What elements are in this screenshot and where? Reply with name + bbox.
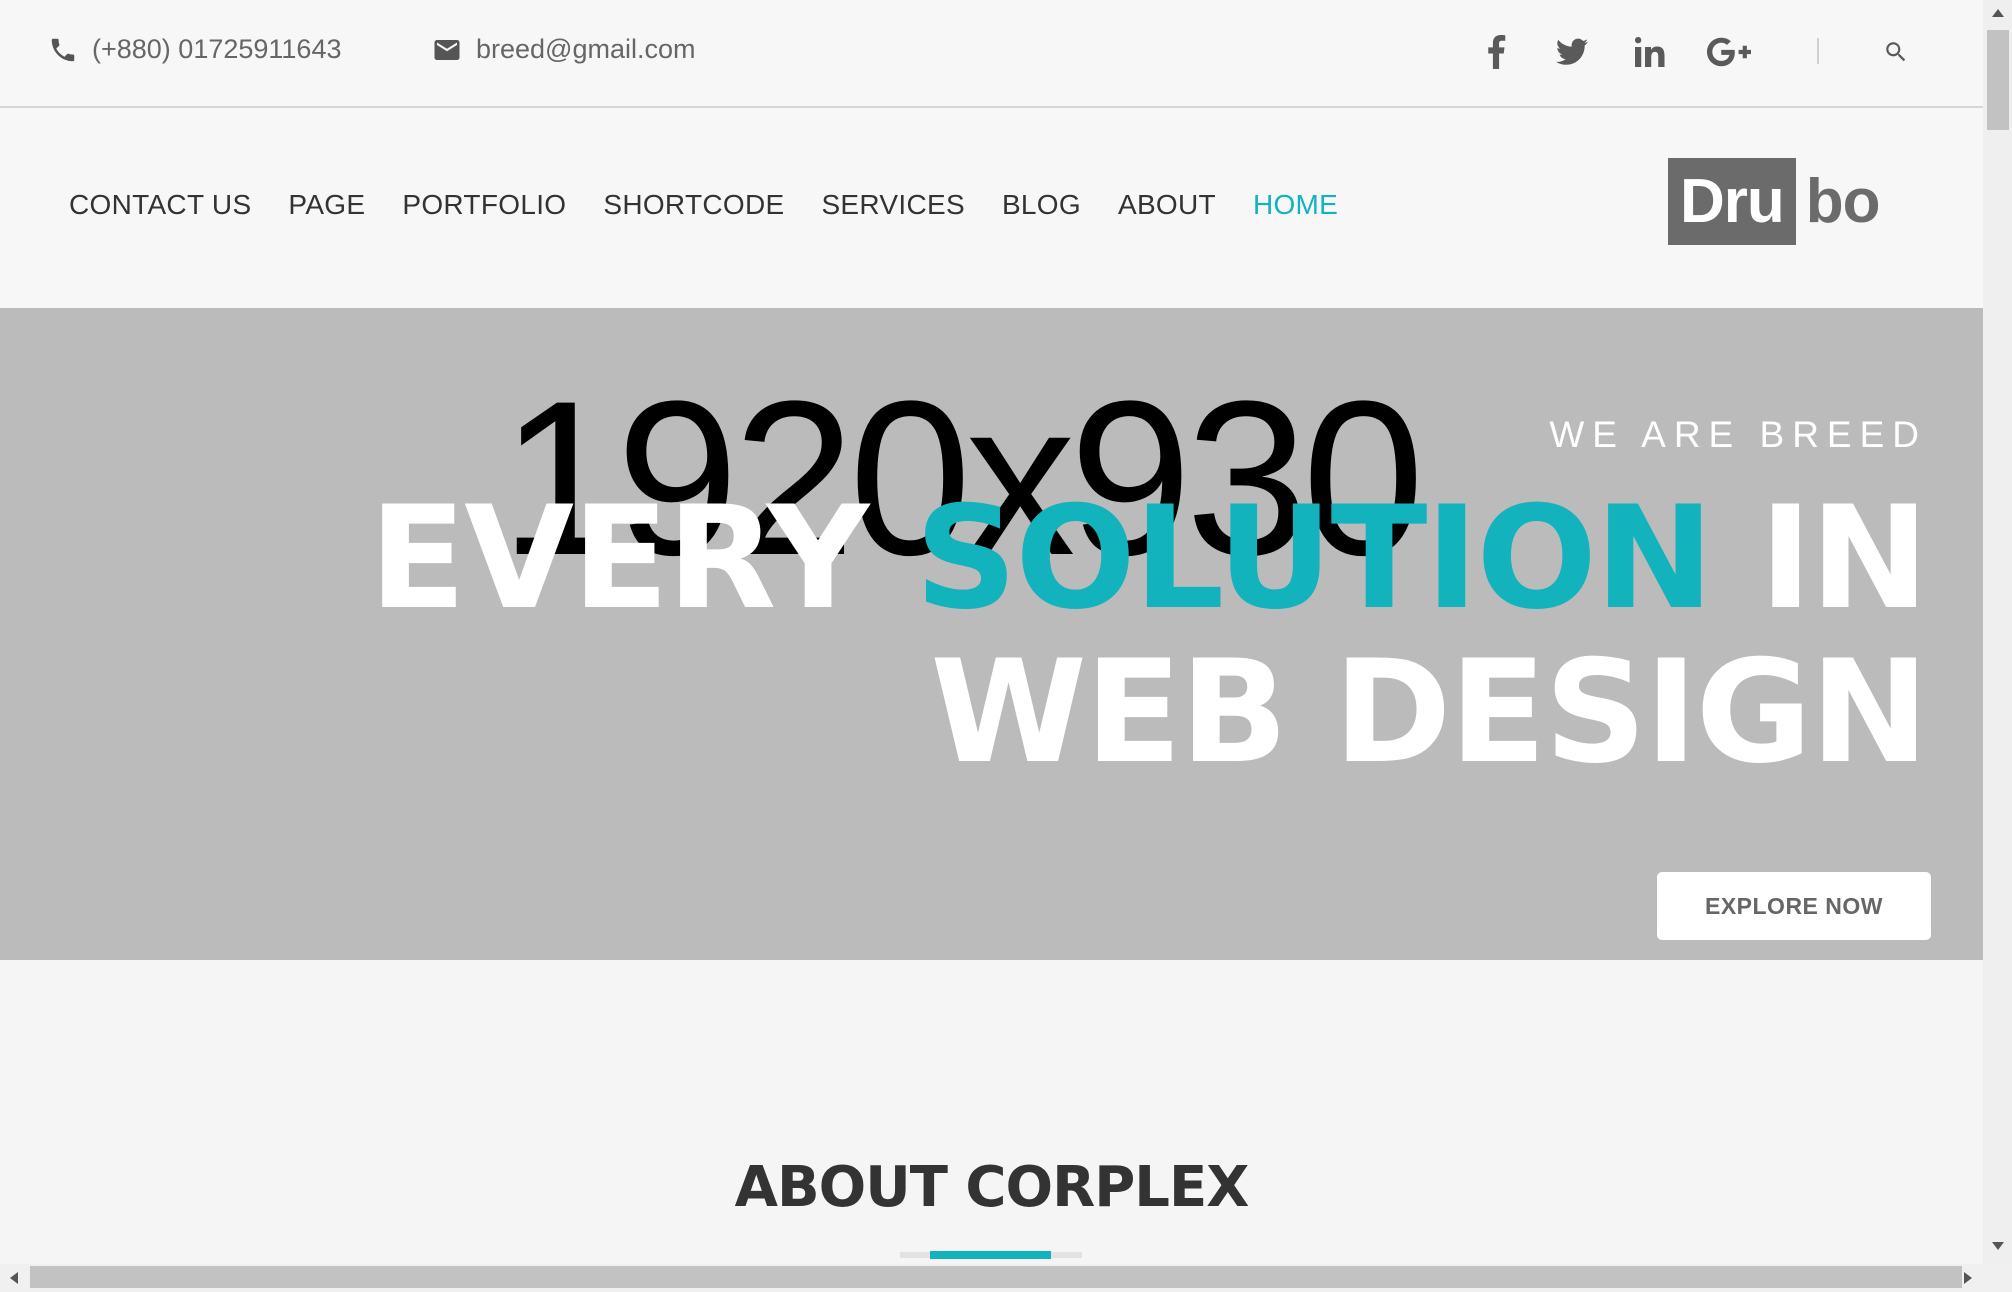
nav-item-shortcode[interactable]: SHORTCODE <box>603 189 784 221</box>
hero-headline-word-in: IN <box>1711 476 1929 641</box>
nav-item-contact-us[interactable]: CONTACT US <box>69 189 251 221</box>
page: (+880) 01725911643 breed@gmail.com CONTA… <box>0 0 2012 1292</box>
phone-contact[interactable]: (+880) 01725911643 <box>48 34 341 65</box>
hero-kicker: WE ARE BREED <box>1549 414 1927 455</box>
email-address: breed@gmail.com <box>476 34 696 64</box>
site-logo[interactable]: Dru bo <box>1668 158 1881 245</box>
logo-part-2: bo <box>1805 167 1881 236</box>
hero-headline-line-1: EVERY SOLUTION IN <box>369 488 1929 630</box>
about-section-title: ABOUT CORPLEX <box>734 1155 1250 1220</box>
main-navbar: CONTACT US PAGE PORTFOLIO SHORTCODE SERV… <box>0 108 1983 308</box>
about-title-underline <box>930 1251 1051 1259</box>
nav-item-page[interactable]: PAGE <box>288 189 365 221</box>
email-contact[interactable]: breed@gmail.com <box>432 34 696 65</box>
scroll-down-arrow-icon[interactable] <box>1992 1242 2004 1250</box>
nav-item-about[interactable]: ABOUT <box>1118 189 1216 221</box>
scroll-up-arrow-icon[interactable] <box>1992 9 2004 17</box>
scroll-right-arrow-icon[interactable] <box>1964 1272 1972 1284</box>
nav-item-blog[interactable]: BLOG <box>1002 189 1081 221</box>
scroll-left-arrow-icon[interactable] <box>10 1272 18 1284</box>
google-plus-icon[interactable] <box>1706 32 1752 72</box>
linkedin-icon[interactable] <box>1630 32 1670 72</box>
topbar-divider <box>1817 38 1819 64</box>
nav-item-portfolio[interactable]: PORTFOLIO <box>402 189 566 221</box>
horizontal-scrollbar-thumb[interactable] <box>30 1266 1962 1288</box>
hero-headline-line-2: WEB DESIGN <box>930 630 1929 795</box>
search-icon[interactable] <box>1876 32 1916 72</box>
phone-icon <box>51 38 75 61</box>
top-bar: (+880) 01725911643 breed@gmail.com <box>0 0 1983 108</box>
main-nav: CONTACT US PAGE PORTFOLIO SHORTCODE SERV… <box>69 189 1375 221</box>
nav-item-services[interactable]: SERVICES <box>821 189 965 221</box>
hero-headline-accent: SOLUTION <box>914 476 1714 641</box>
hero-headline-word-every: EVERY <box>369 476 915 641</box>
vertical-scrollbar[interactable] <box>1983 0 2012 1264</box>
explore-now-button[interactable]: EXPLORE NOW <box>1657 872 1931 940</box>
mail-icon <box>434 39 460 60</box>
twitter-icon[interactable] <box>1552 32 1592 72</box>
vertical-scrollbar-thumb[interactable] <box>1987 30 2009 130</box>
logo-part-1: Dru <box>1668 158 1796 245</box>
nav-item-home[interactable]: HOME <box>1253 189 1338 221</box>
facebook-icon[interactable] <box>1476 32 1516 72</box>
phone-number: (+880) 01725911643 <box>92 34 342 64</box>
hero-banner: 1920x930 WE ARE BREED EVERY SOLUTION IN … <box>0 308 1983 960</box>
